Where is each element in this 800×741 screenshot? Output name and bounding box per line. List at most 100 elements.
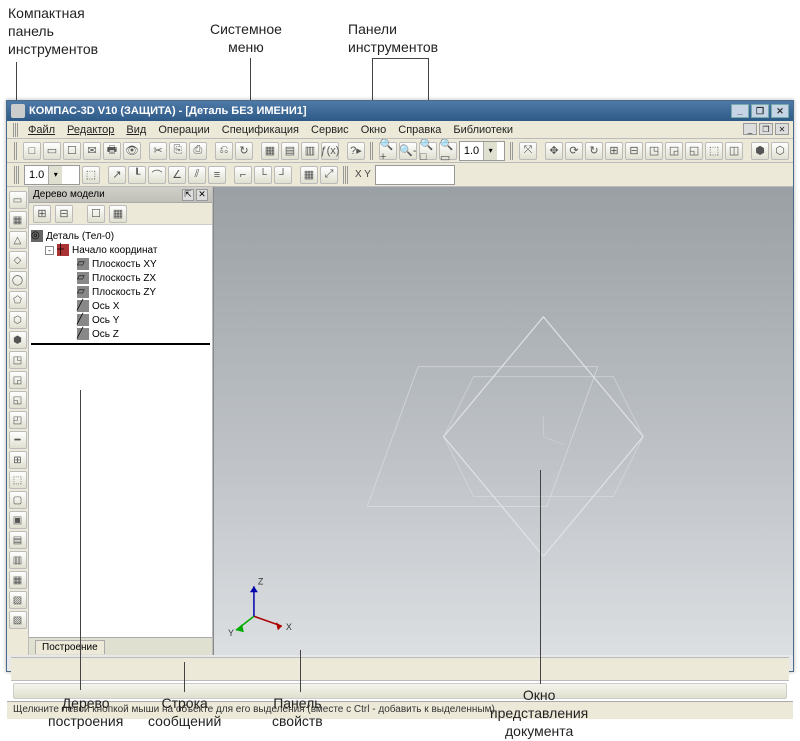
- view-btn-5[interactable]: ⊞: [605, 142, 623, 160]
- zoom-btn-2[interactable]: 🔍□: [419, 142, 437, 160]
- zoom-btn-1[interactable]: 🔍-: [399, 142, 417, 160]
- toolbar-grip-3[interactable]: [510, 142, 514, 160]
- compact-btn-1[interactable]: ▦: [9, 211, 27, 229]
- view-btn-13[interactable]: ⬢: [751, 142, 769, 160]
- doc-close-button[interactable]: ✕: [775, 123, 789, 135]
- tree-root[interactable]: ◎ Деталь (Тел-0): [31, 229, 210, 243]
- toolbar-grip-5[interactable]: [343, 166, 348, 184]
- state-btn-0[interactable]: ⬚: [82, 166, 100, 184]
- view-btn-8[interactable]: ◲: [665, 142, 683, 160]
- view-btn-0[interactable]: ⤧: [519, 142, 537, 160]
- document-viewport[interactable]: X Y Z: [213, 187, 793, 655]
- menu-libraries[interactable]: Библиотеки: [447, 122, 519, 138]
- compact-btn-21[interactable]: ▨: [9, 611, 27, 629]
- std-btn-15[interactable]: ▤: [281, 142, 299, 160]
- menu-operations[interactable]: Операции: [152, 122, 215, 138]
- compact-btn-2[interactable]: △: [9, 231, 27, 249]
- menu-help[interactable]: Справка: [392, 122, 447, 138]
- view-btn-6[interactable]: ⊟: [625, 142, 643, 160]
- state-btn-7[interactable]: ≡: [208, 166, 226, 184]
- tree-pin-button[interactable]: ⇱: [182, 189, 194, 201]
- std-btn-16[interactable]: ▥: [301, 142, 319, 160]
- minimize-button[interactable]: _: [731, 104, 749, 118]
- compact-btn-20[interactable]: ▧: [9, 591, 27, 609]
- view-btn-10[interactable]: ⬚: [705, 142, 723, 160]
- zoom-combo[interactable]: 1.0 ▾: [459, 141, 505, 161]
- menu-service[interactable]: Сервис: [305, 122, 355, 138]
- compact-btn-11[interactable]: ◰: [9, 411, 27, 429]
- state-btn-9[interactable]: ⌐: [234, 166, 252, 184]
- chevron-down-icon[interactable]: ▾: [48, 166, 62, 184]
- compact-btn-3[interactable]: ◇: [9, 251, 27, 269]
- tree-axis-z[interactable]: ╱Ось Z: [31, 327, 210, 341]
- compact-btn-16[interactable]: ▣: [9, 511, 27, 529]
- tab-build[interactable]: Построение: [35, 640, 105, 654]
- menu-view[interactable]: Вид: [120, 122, 152, 138]
- tree-plane-xy[interactable]: ▱Плоскость XY: [31, 257, 210, 271]
- std-btn-4[interactable]: 🖶: [103, 142, 121, 160]
- menu-file[interactable]: Файл: [22, 122, 61, 138]
- compact-btn-18[interactable]: ▥: [9, 551, 27, 569]
- std-btn-0[interactable]: □: [23, 142, 41, 160]
- view-btn-2[interactable]: ✥: [545, 142, 563, 160]
- std-btn-19[interactable]: ?▸: [347, 142, 365, 160]
- std-btn-7[interactable]: ✂: [149, 142, 167, 160]
- doc-minimize-button[interactable]: _: [743, 123, 757, 135]
- std-btn-9[interactable]: ⎙: [189, 142, 207, 160]
- state-btn-10[interactable]: └: [254, 166, 272, 184]
- std-btn-2[interactable]: ☐: [63, 142, 81, 160]
- std-btn-1[interactable]: ▭: [43, 142, 61, 160]
- tree-axis-x[interactable]: ╱Ось X: [31, 299, 210, 313]
- menu-spec[interactable]: Спецификация: [216, 122, 305, 138]
- toolbar-grip-1[interactable]: [14, 142, 18, 160]
- view-btn-4[interactable]: ↻: [585, 142, 603, 160]
- compact-btn-9[interactable]: ◲: [9, 371, 27, 389]
- tree-tb-btn-0[interactable]: ⊞: [33, 205, 51, 223]
- state-btn-13[interactable]: ▦: [300, 166, 318, 184]
- tree-plane-zx[interactable]: ▱Плоскость ZX: [31, 271, 210, 285]
- toolbar-grip-2[interactable]: [370, 142, 374, 160]
- menubar-grip[interactable]: [13, 123, 18, 137]
- doc-restore-button[interactable]: ❐: [759, 123, 773, 135]
- std-btn-11[interactable]: ⎌: [215, 142, 233, 160]
- compact-btn-14[interactable]: ⬚: [9, 471, 27, 489]
- tree-body[interactable]: ◎ Деталь (Тел-0) - ┼ Начало координат ▱П…: [29, 225, 212, 637]
- state-btn-11[interactable]: ┘: [274, 166, 292, 184]
- property-panel[interactable]: [13, 683, 787, 699]
- state-btn-4[interactable]: ⌒: [148, 166, 166, 184]
- compact-btn-13[interactable]: ⊞: [9, 451, 27, 469]
- zoom-btn-0[interactable]: 🔍+: [379, 142, 397, 160]
- tree-tb-btn-1[interactable]: ⊟: [55, 205, 73, 223]
- state-btn-14[interactable]: ⤢: [320, 166, 338, 184]
- compact-btn-8[interactable]: ◳: [9, 351, 27, 369]
- collapse-icon[interactable]: -: [45, 246, 54, 255]
- state-btn-3[interactable]: ┖: [128, 166, 146, 184]
- coord-input[interactable]: [375, 165, 455, 185]
- tree-origin[interactable]: - ┼ Начало координат: [31, 243, 210, 257]
- std-btn-12[interactable]: ↻: [235, 142, 253, 160]
- tree-axis-y[interactable]: ╱Ось Y: [31, 313, 210, 327]
- view-btn-9[interactable]: ◱: [685, 142, 703, 160]
- menu-edit[interactable]: Редактор: [61, 122, 120, 138]
- toolbar-grip-4[interactable]: [14, 166, 19, 184]
- compact-btn-6[interactable]: ⬡: [9, 311, 27, 329]
- compact-btn-10[interactable]: ◱: [9, 391, 27, 409]
- compact-btn-4[interactable]: ◯: [9, 271, 27, 289]
- std-btn-17[interactable]: ƒ(x): [321, 142, 339, 160]
- tree-plane-zy[interactable]: ▱Плоскость ZY: [31, 285, 210, 299]
- scale-combo[interactable]: 1.0 ▾: [24, 165, 80, 185]
- view-btn-3[interactable]: ⟳: [565, 142, 583, 160]
- state-btn-6[interactable]: ⫽: [188, 166, 206, 184]
- std-btn-3[interactable]: ✉: [83, 142, 101, 160]
- compact-btn-19[interactable]: ▦: [9, 571, 27, 589]
- std-btn-14[interactable]: ▦: [261, 142, 279, 160]
- compact-btn-0[interactable]: ▭: [9, 191, 27, 209]
- maximize-button[interactable]: ❐: [751, 104, 769, 118]
- compact-btn-12[interactable]: ━: [9, 431, 27, 449]
- view-btn-14[interactable]: ⬡: [771, 142, 789, 160]
- compact-btn-15[interactable]: ▢: [9, 491, 27, 509]
- tree-tb-btn-4[interactable]: ▦: [109, 205, 127, 223]
- std-btn-8[interactable]: ⎘: [169, 142, 187, 160]
- state-btn-5[interactable]: ∠: [168, 166, 186, 184]
- state-btn-2[interactable]: ↗: [108, 166, 126, 184]
